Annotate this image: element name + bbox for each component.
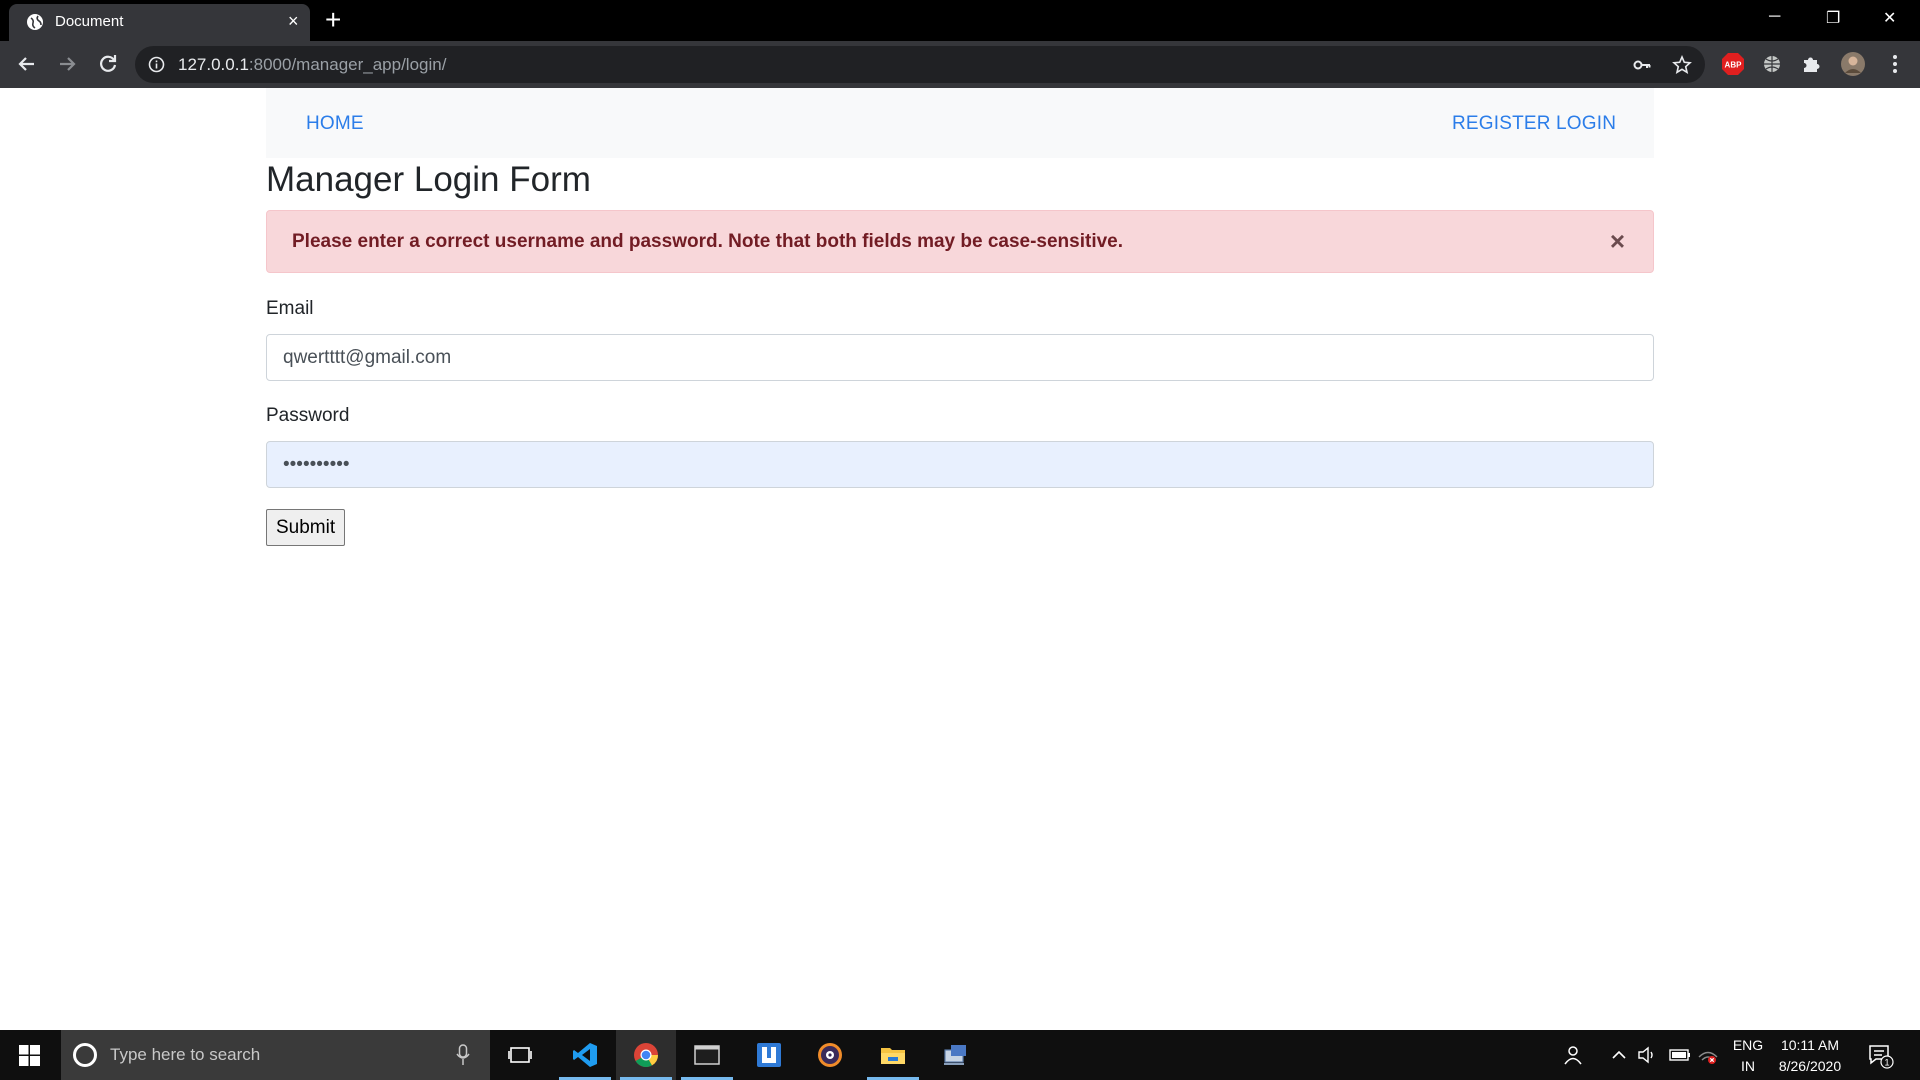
nav-register-link[interactable]: REGISTER — [1452, 113, 1551, 135]
nav-login-link[interactable]: LOGIN — [1556, 113, 1616, 135]
taskbar-search-placeholder: Type here to search — [110, 1045, 261, 1064]
forward-arrow-icon[interactable] — [54, 51, 80, 77]
language-code: ENG — [1732, 1037, 1764, 1053]
back-arrow-icon[interactable] — [14, 51, 40, 77]
chrome-icon — [634, 1043, 658, 1068]
taskbar-clock[interactable]: 10:11 AM 8/26/2020 — [1770, 1035, 1850, 1077]
alert-message: Please enter a correct username and pass… — [292, 231, 1124, 252]
task-view-icon — [508, 1047, 532, 1063]
taskbar-search-box[interactable]: Type here to search — [61, 1030, 490, 1080]
remote-desktop-icon — [944, 1045, 966, 1065]
battery-icon[interactable] — [1669, 1047, 1691, 1063]
email-field[interactable]: qwertttt@gmail.com — [266, 334, 1654, 381]
taskbar-media-player[interactable] — [800, 1030, 860, 1080]
error-alert: Please enter a correct username and pass… — [266, 210, 1654, 273]
menu-kebab-icon[interactable] — [1882, 51, 1908, 77]
taskbar-chrome[interactable] — [616, 1030, 676, 1080]
password-label: Password — [266, 405, 350, 426]
microphone-icon[interactable] — [456, 1044, 470, 1066]
speaker-icon[interactable] — [1637, 1045, 1657, 1065]
new-tab-button[interactable]: + — [325, 6, 341, 34]
chevron-up-icon[interactable] — [1611, 1047, 1627, 1063]
page-viewport: HOME REGISTER LOGIN Manager Login Form P… — [0, 88, 1920, 1030]
address-bar[interactable]: 127.0.0.1:8000/manager_app/login/ — [135, 46, 1705, 83]
star-icon[interactable] — [1672, 55, 1692, 75]
window-close-button[interactable]: ✕ — [1883, 8, 1896, 28]
clock-time: 10:11 AM — [1780, 1037, 1840, 1053]
taskbar-vscode[interactable] — [555, 1030, 615, 1080]
taskbar-remote-app[interactable] — [925, 1030, 985, 1080]
task-view-button[interactable] — [490, 1030, 550, 1080]
alert-close-button[interactable]: × — [1610, 228, 1625, 254]
browser-tab[interactable]: Document × — [9, 4, 310, 41]
url-path: :8000/manager_app/login/ — [248, 55, 447, 74]
taskbar-file-explorer[interactable] — [863, 1030, 923, 1080]
adblock-extension-icon[interactable]: ABP — [1720, 51, 1746, 77]
people-icon[interactable] — [1562, 1044, 1584, 1066]
taskbar-terminal[interactable] — [677, 1030, 737, 1080]
browser-titlebar: Document × + ─ ❐ ✕ — [0, 0, 1920, 41]
extension-globe-icon[interactable] — [1759, 51, 1785, 77]
terminal-icon — [694, 1045, 720, 1065]
page-title: Manager Login Form — [266, 160, 591, 199]
windows-start-icon[interactable] — [19, 1045, 40, 1066]
browser-toolbar: 127.0.0.1:8000/manager_app/login/ ABP — [0, 41, 1920, 88]
url-host: 127.0.0.1 — [178, 55, 249, 74]
notification-count: 1 — [1884, 1058, 1889, 1068]
info-icon[interactable] — [148, 56, 165, 73]
language-region: IN — [1741, 1058, 1755, 1074]
address-url: 127.0.0.1:8000/manager_app/login/ — [178, 55, 446, 75]
password-field[interactable]: •••••••••• — [266, 441, 1654, 488]
tab-title: Document — [55, 13, 124, 30]
media-player-icon — [818, 1043, 842, 1067]
windows-taskbar: Type here to search ENG IN 10:11 AM 8/26… — [0, 1030, 1920, 1080]
tab-close-button[interactable]: × — [288, 12, 299, 30]
taskbar-app-blue[interactable] — [739, 1030, 799, 1080]
window-restore-button[interactable]: ❐ — [1826, 8, 1840, 28]
submit-button[interactable]: Submit — [266, 509, 346, 546]
window-minimize-button[interactable]: ─ — [1769, 8, 1780, 26]
vscode-icon — [573, 1043, 597, 1067]
folder-icon — [881, 1048, 905, 1064]
svg-text:ABP: ABP — [1725, 61, 1743, 70]
cortana-icon[interactable] — [73, 1043, 97, 1067]
puzzle-extensions-icon[interactable] — [1799, 51, 1825, 77]
email-label: Email — [266, 298, 314, 319]
clock-date: 8/26/2020 — [1778, 1058, 1842, 1074]
globe-icon — [27, 14, 43, 30]
top-navbar: HOME REGISTER LOGIN — [266, 88, 1654, 158]
network-disconnected-icon[interactable] — [1697, 1045, 1719, 1065]
key-icon[interactable] — [1632, 55, 1652, 75]
notification-center-icon[interactable]: 1 — [1868, 1043, 1894, 1069]
app-window-icon — [757, 1043, 781, 1067]
input-language-indicator[interactable]: ENG IN — [1726, 1035, 1770, 1077]
nav-home-link[interactable]: HOME — [306, 113, 364, 135]
reload-icon[interactable] — [95, 51, 121, 77]
profile-avatar[interactable] — [1840, 51, 1866, 77]
